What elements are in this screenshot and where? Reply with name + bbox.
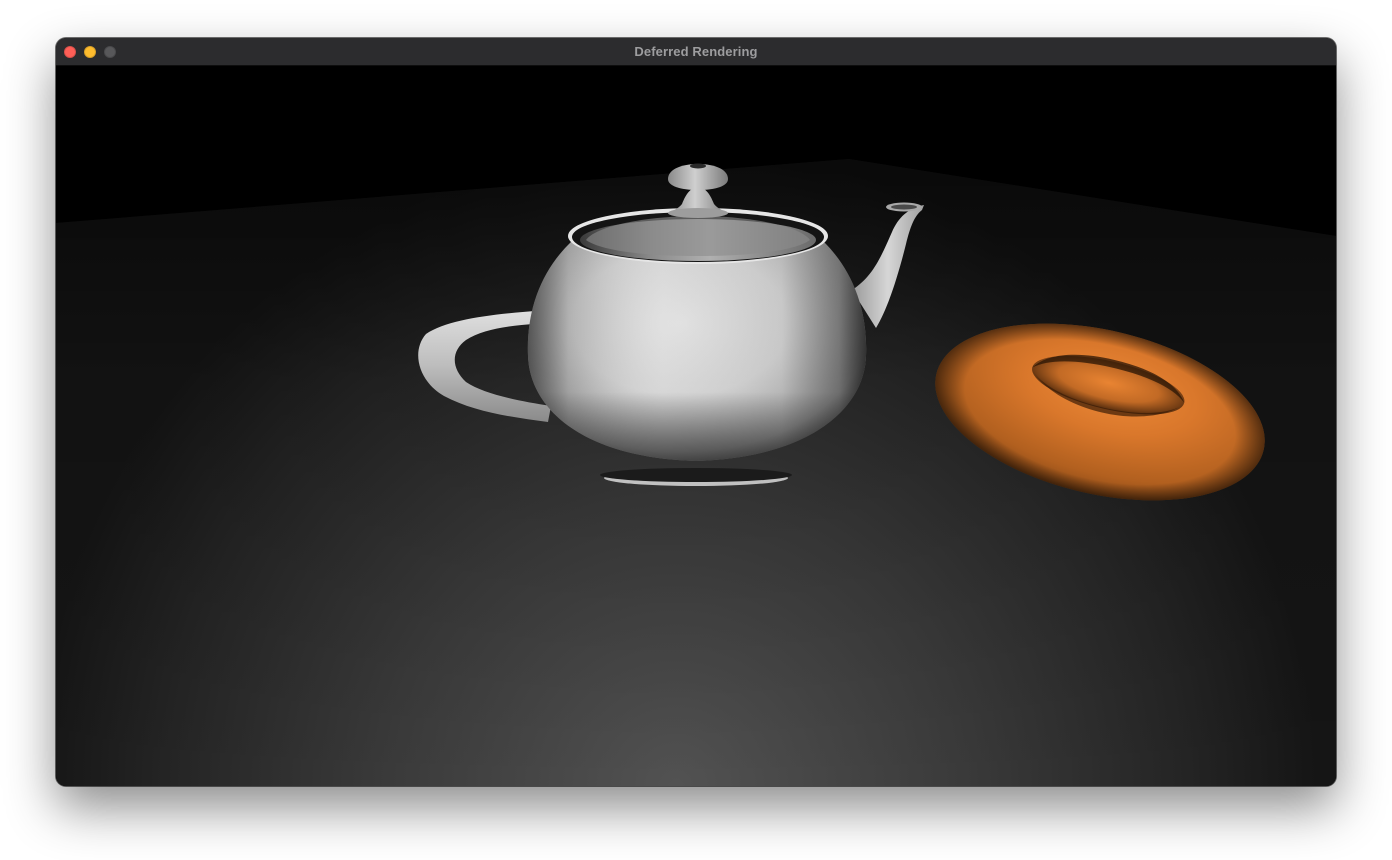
title-bar[interactable]: Deferred Rendering: [56, 38, 1336, 66]
window-title: Deferred Rendering: [634, 44, 758, 59]
render-canvas: [56, 66, 1336, 786]
render-viewport[interactable]: [56, 66, 1336, 786]
app-window: Deferred Rendering: [56, 38, 1336, 786]
